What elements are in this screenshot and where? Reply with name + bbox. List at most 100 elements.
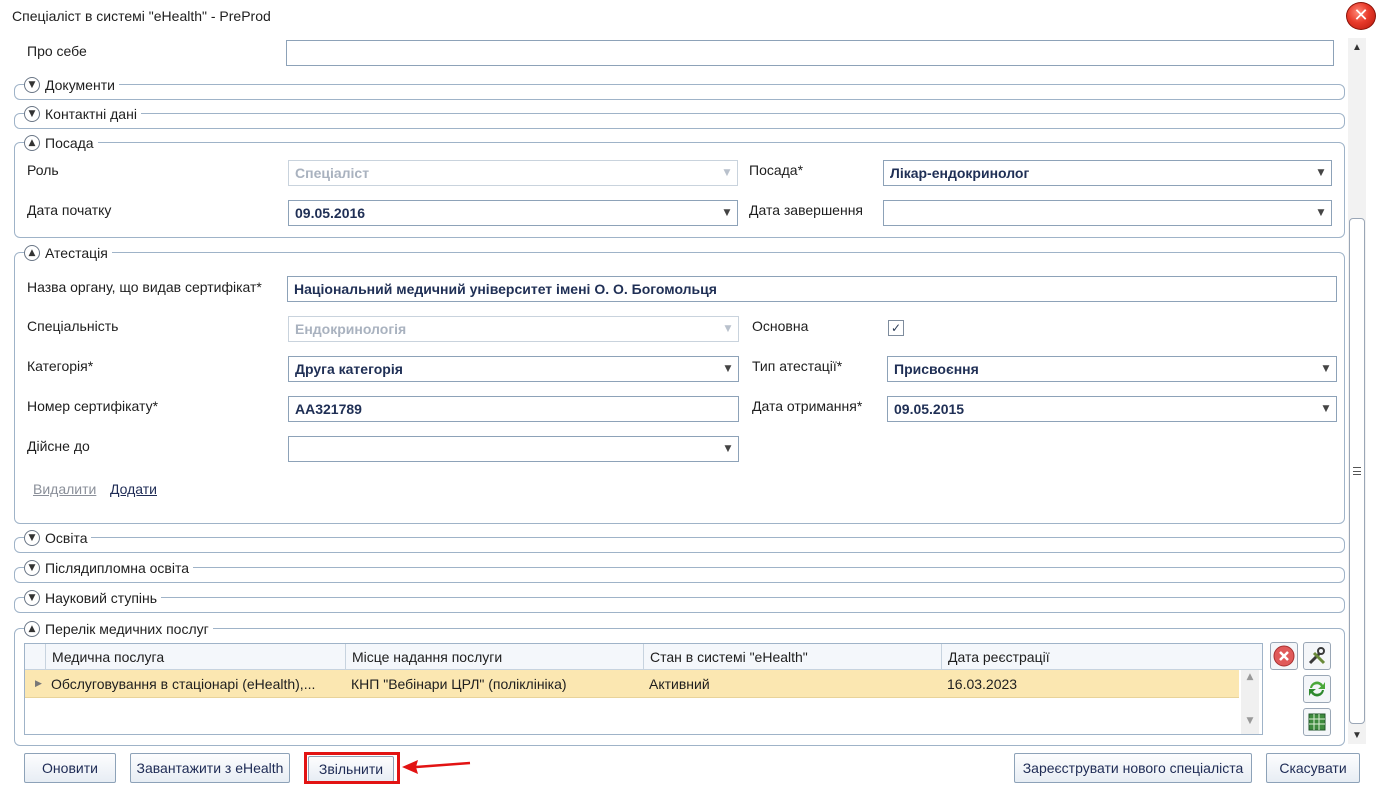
education-group-frame (14, 537, 1345, 553)
highlight-box (304, 752, 400, 784)
chevron-down-icon[interactable]: ▼ (1320, 357, 1332, 381)
end-date-label: Дата завершення (749, 202, 864, 218)
education-group-title: Освіта (45, 530, 88, 546)
received-date-label: Дата отримання* (752, 398, 863, 414)
row-indicator-header (25, 644, 45, 670)
documents-group-header[interactable]: ▼ Документи (24, 75, 119, 95)
window-title-bar: Спеціаліст в системі "eHealth" - PreProd (0, 0, 1382, 33)
chevron-down-icon[interactable]: ▼ (24, 590, 40, 606)
issuer-label: Назва органу, що видав сертифікат* (27, 279, 262, 295)
table-cell[interactable]: Обслуговування в стаціонарі (eHealth),..… (45, 670, 345, 698)
table-scrollbar[interactable]: ▲ ▼ (1241, 670, 1259, 734)
export-service-button[interactable] (1303, 708, 1331, 736)
main-checkbox[interactable]: ✓ (888, 320, 904, 336)
chevron-down-icon: ▼ (724, 324, 732, 334)
tools-icon (1308, 647, 1326, 665)
refresh-button[interactable]: Оновити (24, 753, 116, 783)
valid-until-picker[interactable]: ▼ (288, 436, 739, 462)
main-scrollbar[interactable]: ▲ ▼ (1348, 38, 1366, 744)
table-row[interactable]: ▶ Обслуговування в стаціонарі (eHealth),… (25, 670, 1239, 698)
chevron-up-icon[interactable]: ▲ (24, 135, 40, 151)
contacts-group-header[interactable]: ▼ Контактні дані (24, 104, 141, 124)
close-icon[interactable]: ✕ (1346, 2, 1376, 30)
start-date-value: 09.05.2016 (295, 205, 366, 221)
delete-service-button[interactable] (1270, 642, 1298, 670)
start-date-picker[interactable]: 09.05.2016 ▼ (288, 200, 738, 226)
column-header[interactable]: Стан в системі "eHealth" (643, 644, 941, 670)
register-specialist-button[interactable]: Зареєструвати нового спеціаліста (1014, 753, 1252, 783)
position-group-header[interactable]: ▲ Посада (24, 133, 98, 153)
role-value: Спеціаліст (295, 165, 370, 181)
contacts-group-title: Контактні дані (45, 106, 137, 122)
row-pointer-icon: ▶ (35, 679, 42, 689)
chevron-down-icon[interactable]: ▼ (24, 560, 40, 576)
post-value: Лікар-ендокринолог (890, 165, 1030, 181)
window-title: Спеціаліст в системі "eHealth" - PreProd (12, 8, 271, 24)
chevron-down-icon: ▼ (723, 168, 731, 178)
chevron-down-icon[interactable]: ▼ (24, 77, 40, 93)
column-header[interactable]: Місце надання послуги (345, 644, 643, 670)
documents-group-frame (14, 84, 1345, 100)
attestation-type-value: Присвоєння (894, 361, 979, 377)
table-header: Медична послуга Місце надання послуги Ст… (25, 644, 1262, 670)
start-date-label: Дата початку (27, 202, 112, 218)
table-cell[interactable]: 16.03.2023 (941, 670, 1239, 698)
sync-service-button[interactable] (1303, 675, 1331, 703)
post-label: Посада* (749, 162, 804, 178)
cert-number-label: Номер сертифікату* (27, 398, 159, 414)
specialty-label: Спеціальність (27, 318, 119, 334)
chevron-up-icon[interactable]: ▲ (24, 621, 40, 637)
scroll-down-icon[interactable]: ▼ (1241, 716, 1259, 726)
delete-link[interactable]: Видалити (33, 481, 96, 497)
about-label: Про себе (27, 43, 87, 59)
category-label: Категорія* (27, 358, 94, 374)
chevron-down-icon[interactable]: ▼ (24, 106, 40, 122)
degree-group-frame (14, 597, 1345, 613)
category-value: Друга категорія (295, 361, 403, 377)
about-input[interactable] (286, 40, 1334, 66)
delete-icon (1273, 645, 1295, 667)
issuer-input[interactable]: Національний медичний університет імені … (287, 276, 1337, 302)
services-group-header[interactable]: ▲ Перелік медичних послуг (24, 619, 213, 639)
cancel-button[interactable]: Скасувати (1266, 753, 1360, 783)
education-group-header[interactable]: ▼ Освіта (24, 528, 92, 548)
role-label: Роль (27, 162, 59, 178)
table-cell[interactable]: КНП "Вебінари ЦРЛ" (поліклініка) (345, 670, 643, 698)
chevron-up-icon[interactable]: ▲ (24, 245, 40, 261)
chevron-down-icon[interactable]: ▼ (722, 357, 734, 381)
load-from-ehealth-button[interactable]: Завантажити з eHealth (130, 753, 290, 783)
documents-group-title: Документи (45, 77, 115, 93)
table-cell[interactable]: Активний (643, 670, 941, 698)
valid-until-label: Дійсне до (27, 438, 90, 454)
postgrad-group-header[interactable]: ▼ Післядипломна освіта (24, 558, 194, 578)
post-select[interactable]: Лікар-ендокринолог ▼ (883, 160, 1332, 186)
spreadsheet-icon (1308, 713, 1326, 731)
postgrad-group-title: Післядипломна освіта (45, 560, 190, 576)
add-link[interactable]: Додати (110, 481, 157, 497)
chevron-down-icon[interactable]: ▼ (1320, 397, 1332, 421)
degree-group-header[interactable]: ▼ Науковий ступінь (24, 588, 162, 608)
end-date-picker[interactable]: ▼ (883, 200, 1332, 226)
column-header[interactable]: Дата реєстрації (941, 644, 1239, 670)
annotation-arrow-icon (402, 760, 471, 774)
chevron-down-icon[interactable]: ▼ (1315, 201, 1327, 225)
chevron-down-icon[interactable]: ▼ (24, 530, 40, 546)
chevron-down-icon[interactable]: ▼ (1315, 161, 1327, 185)
attestation-type-select[interactable]: Присвоєння ▼ (887, 356, 1337, 382)
category-select[interactable]: Друга категорія ▼ (288, 356, 739, 382)
scroll-down-icon[interactable]: ▼ (1348, 728, 1366, 744)
attestation-group-header[interactable]: ▲ Атестація (24, 243, 112, 263)
received-date-picker[interactable]: 09.05.2015 ▼ (887, 396, 1337, 422)
main-label: Основна (752, 318, 809, 334)
position-group-title: Посада (45, 135, 94, 151)
attestation-type-label: Тип атестації* (752, 358, 843, 374)
column-header[interactable]: Медична послуга (45, 644, 345, 670)
chevron-down-icon[interactable]: ▼ (722, 437, 734, 461)
scroll-thumb[interactable] (1349, 218, 1365, 724)
services-group-title: Перелік медичних послуг (45, 621, 209, 637)
scroll-up-icon[interactable]: ▲ (1241, 672, 1259, 682)
edit-service-button[interactable] (1303, 642, 1331, 670)
cert-number-input[interactable]: АА321789 (288, 396, 739, 422)
scroll-up-icon[interactable]: ▲ (1348, 40, 1366, 56)
chevron-down-icon[interactable]: ▼ (721, 201, 733, 225)
